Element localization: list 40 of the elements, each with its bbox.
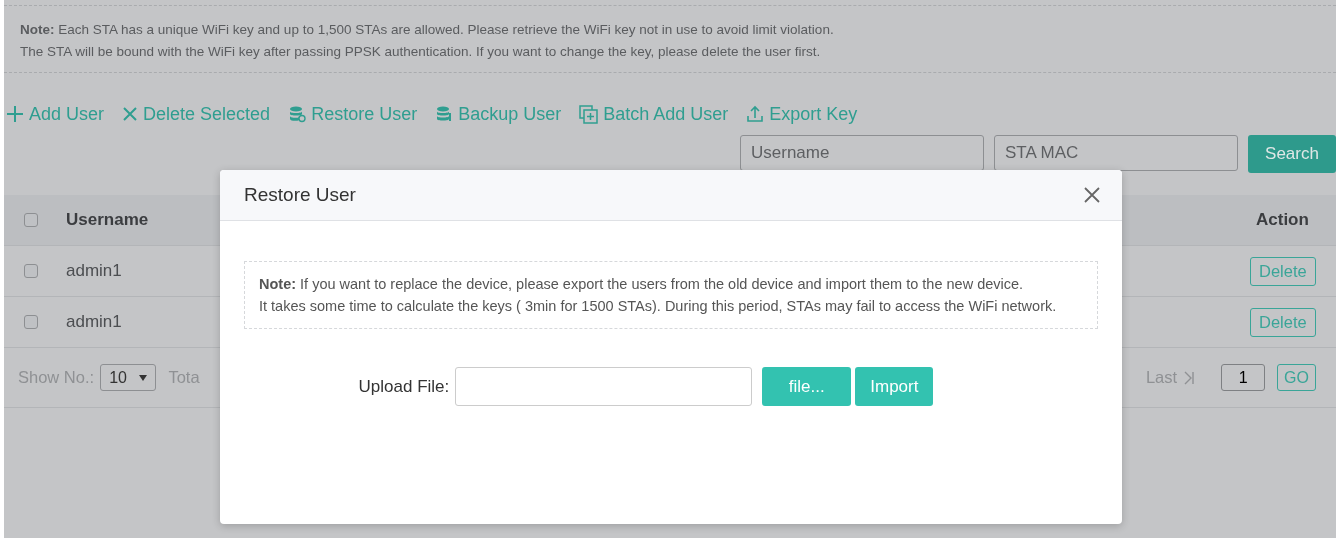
toolbar-button[interactable]: Export Key <box>746 103 858 125</box>
toolbar-button[interactable]: Restore User <box>288 103 418 125</box>
column-header: Action <box>1255 210 1310 230</box>
search-field[interactable]: Username <box>740 135 984 171</box>
page-size-select[interactable]: 10 <box>100 364 157 391</box>
delete-button[interactable]: Delete <box>1250 256 1316 286</box>
note-text: Note: If you want to replace the device, please export the users from the old device and import them to the new device. <box>259 275 1025 294</box>
plus-icon <box>6 105 24 123</box>
column-header: Username <box>66 210 150 230</box>
toolbar-button[interactable]: Delete Selected <box>122 103 271 125</box>
close-button[interactable] <box>1084 187 1100 203</box>
toolbar-button[interactable]: Backup User <box>435 103 562 125</box>
close-icon <box>122 106 139 122</box>
file-field[interactable] <box>455 367 753 406</box>
last-page-icon <box>1183 370 1196 385</box>
search-button[interactable]: Search <box>1248 135 1336 173</box>
upload-icon <box>746 105 765 123</box>
upload-label: Upload File: <box>358 376 450 397</box>
note-text: Note: Each STA has a unique WiFi key and up to 1,500 STAs are allowed. Please retrieve the WiFi key not in use to avoid limit violation. <box>20 21 835 39</box>
import-button[interactable]: Import <box>855 367 934 406</box>
checkbox[interactable] <box>24 264 38 278</box>
search-field[interactable]: STA MAC <box>994 135 1238 171</box>
dropdown-icon <box>139 375 148 382</box>
file-button[interactable]: file... <box>762 367 852 406</box>
toolbar-button[interactable]: Add User <box>6 103 105 125</box>
page-field[interactable]: 1 <box>1221 364 1266 391</box>
dialog-title: Restore User <box>244 184 356 206</box>
note-text: The STA will be bound with the WiFi key after passing PPSK authentication. If you want to change the key, please delete the user first. <box>20 43 822 61</box>
table-cell-text: admin1 <box>66 261 123 281</box>
checkbox[interactable] <box>24 315 38 329</box>
database-icon <box>435 105 454 123</box>
go-button[interactable]: GO <box>1277 364 1316 391</box>
database-icon <box>288 105 307 123</box>
close-icon <box>1084 187 1100 203</box>
delete-button[interactable]: Delete <box>1250 307 1316 337</box>
note-text: It takes some time to calculate the keys ( 3min for 1500 STAs). During this period, STAs may fail to access the WiFi network. <box>259 297 1058 316</box>
checkbox[interactable] <box>24 213 38 227</box>
table-cell-text: admin1 <box>66 312 123 332</box>
copy-add-icon <box>579 104 599 124</box>
toolbar-button[interactable]: Batch Add User <box>579 103 729 125</box>
